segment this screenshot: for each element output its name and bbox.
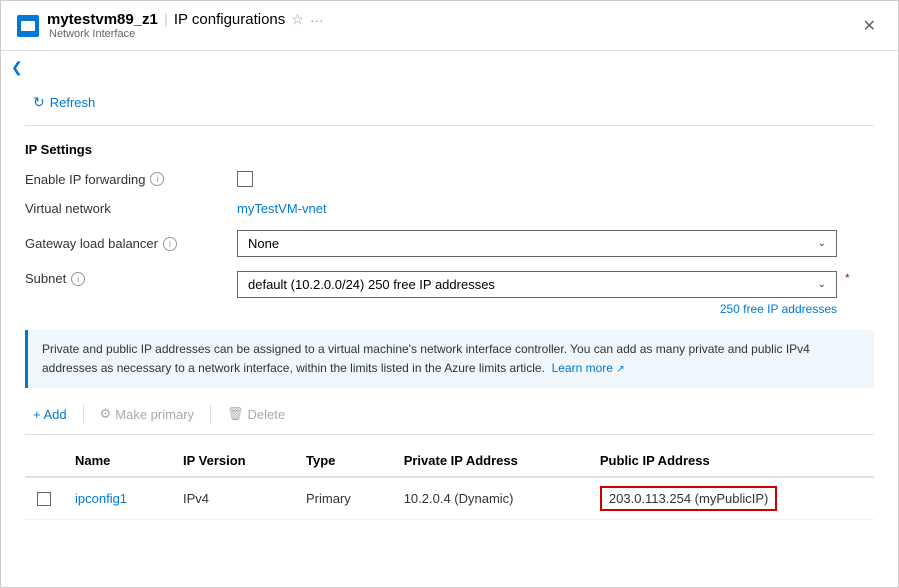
add-button[interactable]: + Add <box>25 403 75 426</box>
subnet-selected: default (10.2.0.0/24) 250 free IP addres… <box>248 277 495 292</box>
enable-forwarding-row: Enable IP forwarding i <box>25 171 874 187</box>
row-ip-version-cell: IPv4 <box>171 477 294 520</box>
title-separator: | <box>164 11 168 28</box>
toolbar-divider-1 <box>83 405 84 423</box>
title-bar: mytestvm89_z1 | IP configurations ☆ ··· … <box>1 1 898 51</box>
table-header: Name IP Version Type Private IP Address … <box>25 445 874 477</box>
resource-name: mytestvm89_z1 <box>47 11 158 28</box>
col-header-name: Name <box>63 445 171 477</box>
make-primary-label: Make primary <box>115 407 194 422</box>
virtual-network-link[interactable]: myTestVM-vnet <box>237 201 327 216</box>
gateway-lb-info-icon[interactable]: i <box>163 237 177 251</box>
ip-configs-table: Name IP Version Type Private IP Address … <box>25 445 874 520</box>
free-ip-count: 250 free IP addresses <box>237 302 837 316</box>
app-icon <box>17 15 39 37</box>
toolbar-divider-2 <box>210 405 211 423</box>
more-options-icon[interactable]: ··· <box>310 12 324 28</box>
col-header-public-ip: Public IP Address <box>588 445 874 477</box>
delete-icon: 🗑 <box>227 406 244 422</box>
refresh-label: Refresh <box>50 95 96 110</box>
network-icon <box>21 21 35 31</box>
enable-forwarding-value <box>237 171 874 187</box>
row-name-cell[interactable]: ipconfig1 <box>63 477 171 520</box>
learn-more-link[interactable]: Learn more ↗ <box>548 361 624 375</box>
info-box: Private and public IP addresses can be a… <box>25 330 874 388</box>
table-row: ipconfig1 IPv4 Primary 10.2.0.4 (Dynamic… <box>25 477 874 520</box>
row-type-cell: Primary <box>294 477 392 520</box>
col-header-type: Type <box>294 445 392 477</box>
table-body: ipconfig1 IPv4 Primary 10.2.0.4 (Dynamic… <box>25 477 874 520</box>
col-header-ip-version: IP Version <box>171 445 294 477</box>
page-toolbar: ↻ Refresh <box>25 80 874 126</box>
close-button[interactable]: ✕ <box>857 12 882 40</box>
subnet-info-icon[interactable]: i <box>71 272 85 286</box>
subnet-value-wrap: default (10.2.0.0/24) 250 free IP addres… <box>237 271 874 316</box>
learn-more-external-icon: ↗ <box>616 364 624 375</box>
public-ip-highlighted: 203.0.113.254 (myPublicIP) <box>600 486 777 511</box>
enable-forwarding-checkbox[interactable] <box>237 171 253 187</box>
favorite-star-icon[interactable]: ☆ <box>291 11 304 28</box>
col-header-checkbox <box>25 445 63 477</box>
enable-forwarding-info-icon[interactable]: i <box>150 172 164 186</box>
gateway-lb-text: Gateway load balancer <box>25 236 158 251</box>
gateway-lb-label: Gateway load balancer i <box>25 236 225 251</box>
title-text-group: mytestvm89_z1 | IP configurations ☆ ··· … <box>47 11 849 40</box>
virtual-network-row: Virtual network myTestVM-vnet <box>25 201 874 216</box>
ip-settings-section: IP Settings Enable IP forwarding i Virtu… <box>25 142 874 316</box>
gateway-lb-dropdown-arrow-icon: ⌄ <box>818 238 826 249</box>
required-asterisk: * <box>845 271 850 285</box>
back-nav-icon[interactable]: ❮ <box>1 51 898 80</box>
enable-forwarding-label: Enable IP forwarding i <box>25 172 225 187</box>
page-name: IP configurations <box>174 11 285 28</box>
gateway-lb-row: Gateway load balancer i None ⌄ <box>25 230 874 257</box>
make-primary-button[interactable]: ⚙ Make primary <box>92 402 202 426</box>
virtual-network-text: Virtual network <box>25 201 111 216</box>
gateway-lb-dropdown[interactable]: None ⌄ <box>237 230 837 257</box>
enable-forwarding-text: Enable IP forwarding <box>25 172 145 187</box>
learn-more-text: Learn more <box>552 361 613 375</box>
delete-button[interactable]: 🗑 Delete <box>219 402 293 426</box>
row-checkbox-cell <box>25 477 63 520</box>
row-public-ip-cell: 203.0.113.254 (myPublicIP) <box>588 477 874 520</box>
table-toolbar: + Add ⚙ Make primary 🗑 Delete <box>25 402 874 435</box>
subnet-text: Subnet <box>25 271 66 286</box>
subnet-dropdown[interactable]: default (10.2.0.0/24) 250 free IP addres… <box>237 271 837 298</box>
virtual-network-label: Virtual network <box>25 201 225 216</box>
resource-type-label: Network Interface <box>49 28 324 40</box>
app-window: mytestvm89_z1 | IP configurations ☆ ··· … <box>0 0 899 588</box>
virtual-network-value: myTestVM-vnet <box>237 201 874 216</box>
refresh-button[interactable]: ↻ Refresh <box>25 90 103 115</box>
info-box-text: Private and public IP addresses can be a… <box>42 342 810 375</box>
refresh-icon: ↻ <box>33 94 45 111</box>
row-checkbox[interactable] <box>37 492 51 506</box>
subnet-label: Subnet i <box>25 271 225 286</box>
row-private-ip-cell: 10.2.0.4 (Dynamic) <box>392 477 588 520</box>
section-title: IP Settings <box>25 142 874 157</box>
delete-label: Delete <box>248 407 286 422</box>
main-content: ↻ Refresh IP Settings Enable IP forwardi… <box>1 80 898 587</box>
subnet-dropdown-arrow-icon: ⌄ <box>818 279 826 290</box>
subnet-row: Subnet i default (10.2.0.0/24) 250 free … <box>25 271 874 316</box>
gateway-lb-value: None ⌄ <box>237 230 874 257</box>
make-primary-icon: ⚙ <box>100 406 112 422</box>
col-header-private-ip: Private IP Address <box>392 445 588 477</box>
gateway-lb-selected: None <box>248 236 279 251</box>
